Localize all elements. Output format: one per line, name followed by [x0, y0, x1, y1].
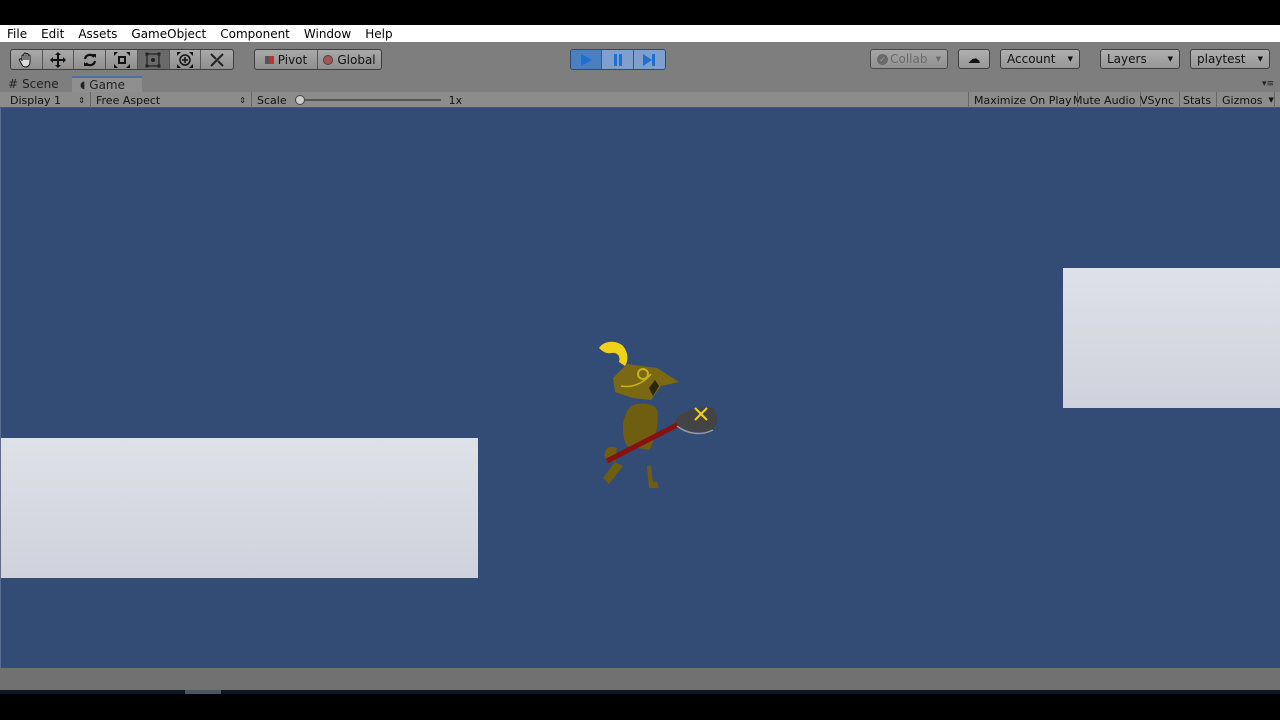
updown-icon: ⇕	[78, 95, 85, 105]
pause-button[interactable]	[602, 50, 634, 69]
scale-control: Scale 1x	[257, 93, 463, 107]
cloud-icon: ☁	[967, 51, 981, 67]
scale-tool-button[interactable]	[106, 50, 138, 69]
game-view[interactable]	[0, 108, 1280, 668]
menu-edit[interactable]: Edit	[34, 27, 71, 41]
tab-menu-icon[interactable]: ▾≡	[1254, 76, 1274, 92]
aspect-dropdown[interactable]: Free Aspect ⇕	[91, 92, 252, 108]
tab-bar: # Scene ◖ Game ▾≡	[0, 76, 1280, 92]
pacman-icon: ◖	[80, 79, 86, 91]
platform-left	[1, 438, 478, 578]
menu-help[interactable]: Help	[358, 27, 399, 41]
scale-slider[interactable]	[294, 95, 441, 105]
hand-tool-button[interactable]	[11, 50, 43, 69]
check-icon: ✓	[877, 53, 888, 65]
vsync-toggle[interactable]: VSync	[1135, 92, 1181, 108]
tab-scene[interactable]: # Scene	[0, 76, 70, 92]
menu-window[interactable]: Window	[297, 27, 358, 41]
transform-tools	[10, 49, 234, 70]
scrollbar-thumb[interactable]	[185, 690, 221, 694]
chevron-down-icon: ▼	[935, 55, 941, 63]
player-character	[599, 341, 718, 488]
tools-icon	[210, 52, 224, 67]
rect-tool-icon	[145, 52, 161, 67]
game-view-toolbar: Display 1 ⇕ Free Aspect ⇕ Scale 1x Maximiz…	[0, 92, 1280, 108]
pause-icon	[613, 53, 622, 66]
chevron-down-icon: ▼	[1067, 55, 1073, 63]
menu-file[interactable]: File	[0, 27, 34, 41]
rotate-icon	[83, 53, 96, 66]
stats-toggle[interactable]: Stats	[1178, 92, 1218, 108]
updown-icon: ⇕	[239, 95, 246, 105]
custom-tool-button[interactable]	[201, 50, 233, 69]
hand-icon	[19, 52, 31, 68]
bottom-panel	[0, 668, 1280, 690]
platform-right	[1063, 268, 1280, 408]
pivot-button[interactable]: Pivot	[255, 50, 319, 69]
scale-slider-thumb[interactable]	[294, 95, 305, 105]
maximize-on-play-toggle[interactable]: Maximize On Play	[968, 92, 1078, 108]
move-icon	[50, 51, 67, 68]
step-button[interactable]	[633, 50, 665, 69]
collab-dropdown[interactable]: ✓ Collab ▼	[870, 49, 948, 69]
scale-icon	[113, 51, 130, 68]
transform-tool-button[interactable]	[170, 50, 202, 69]
rotate-tool-button[interactable]	[74, 50, 107, 69]
mute-audio-toggle[interactable]: Mute Audio	[1068, 92, 1142, 108]
cloud-button[interactable]: ☁	[958, 49, 990, 69]
pivot-group: Pivot Global	[254, 49, 382, 70]
account-dropdown[interactable]: Account ▼	[1000, 49, 1080, 69]
chevron-down-icon: ▼	[1257, 55, 1263, 63]
rect-tool-button[interactable]	[137, 50, 170, 69]
chevron-down-icon: ▼	[1268, 96, 1274, 104]
grid-icon: #	[8, 77, 19, 91]
globe-icon	[323, 54, 334, 65]
play-icon	[581, 53, 593, 66]
pivot-icon	[264, 55, 274, 64]
menu-component[interactable]: Component	[213, 27, 297, 41]
chevron-down-icon: ▼	[1167, 55, 1173, 63]
menu-bar: File Edit Assets GameObject Component Wi…	[0, 25, 1280, 42]
step-icon	[643, 53, 656, 66]
menu-assets[interactable]: Assets	[71, 27, 124, 41]
gizmos-dropdown[interactable]: Gizmos ▼	[1217, 92, 1275, 108]
layers-dropdown[interactable]: Layers ▼	[1100, 49, 1180, 69]
global-button[interactable]: Global	[318, 50, 381, 69]
display-dropdown[interactable]: Display 1 ⇕	[5, 92, 91, 108]
main-toolbar: Pivot Global ✓ Collab ▼ ☁ Account ▼ Layers ▼…	[0, 42, 1280, 76]
layout-dropdown[interactable]: playtest ▼	[1190, 49, 1270, 69]
transform-icon	[176, 51, 193, 68]
menu-gameobject[interactable]: GameObject	[124, 27, 213, 41]
play-button[interactable]	[571, 50, 603, 69]
play-controls	[570, 49, 666, 70]
tab-game[interactable]: ◖ Game	[72, 76, 142, 92]
move-tool-button[interactable]	[43, 50, 75, 69]
